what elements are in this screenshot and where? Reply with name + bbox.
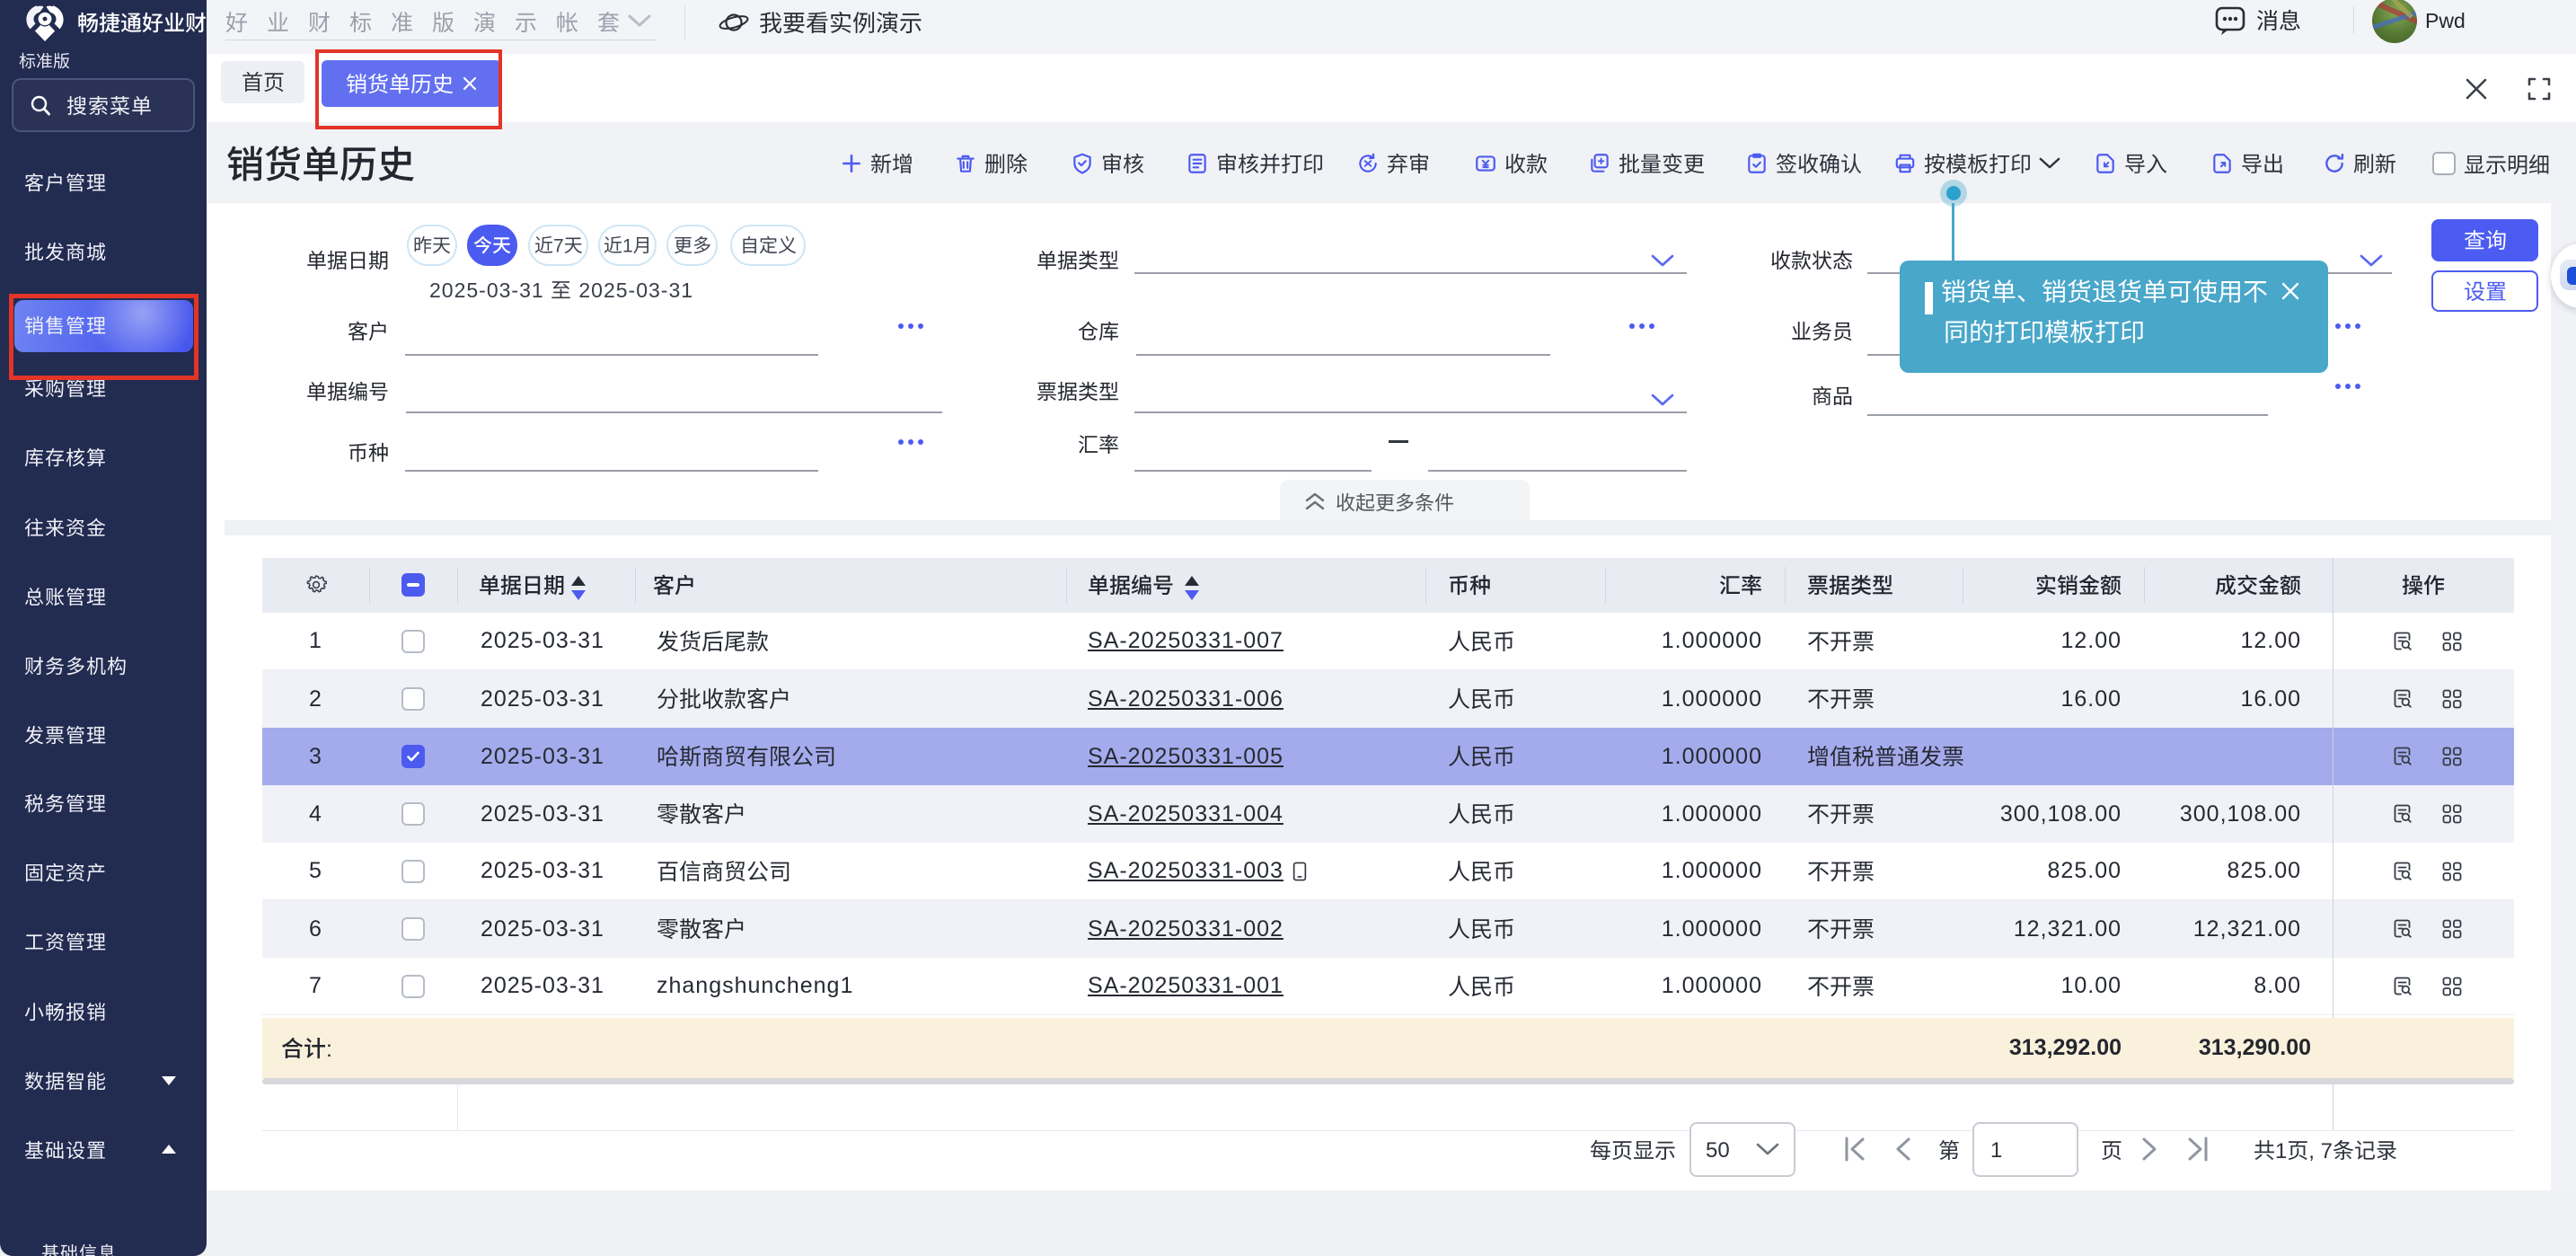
svg-text:2025-03-31: 2025-03-31 <box>572 279 693 302</box>
svg-text:1: 1 <box>622 236 633 257</box>
svg-text:, 7: , 7 <box>2308 1139 2333 1163</box>
svg-text:2025-03-31: 2025-03-31 <box>429 279 551 302</box>
svg-text:7: 7 <box>553 236 564 257</box>
svg-text:1: 1 <box>2275 1139 2287 1163</box>
